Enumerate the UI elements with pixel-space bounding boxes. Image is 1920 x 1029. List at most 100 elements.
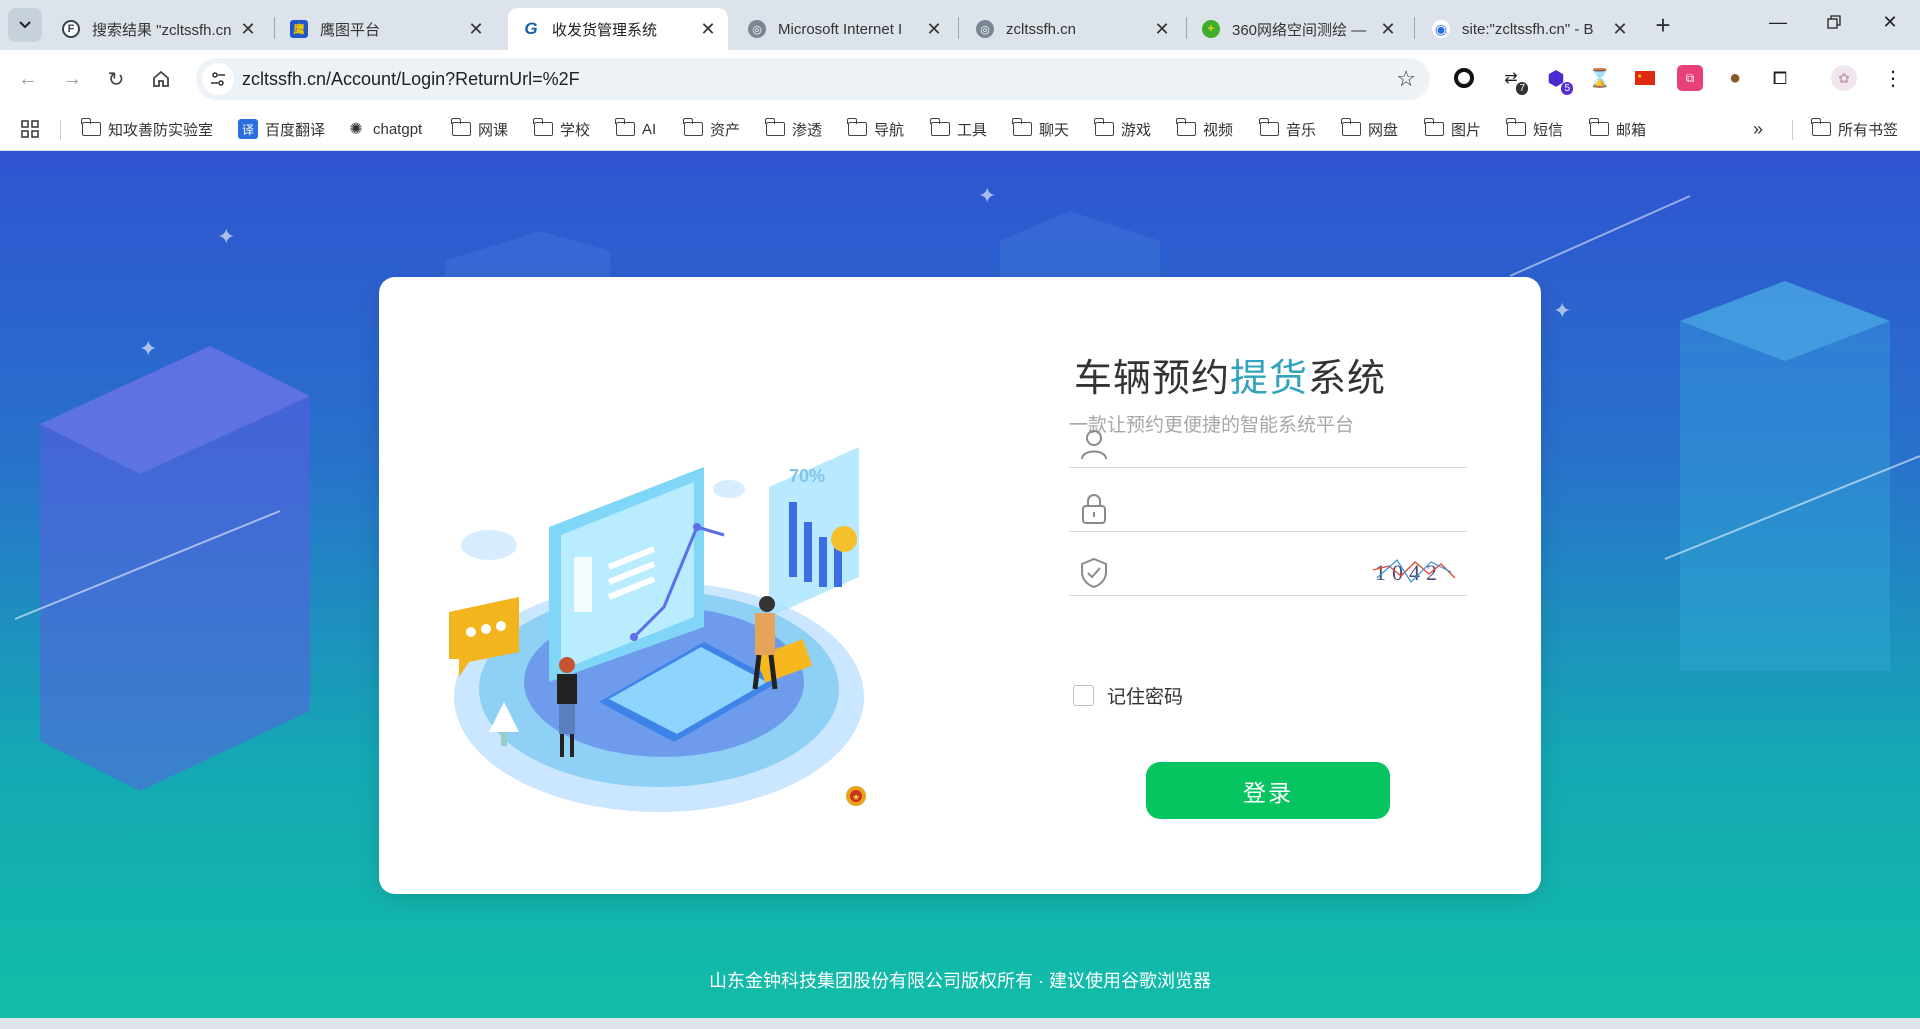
bookmark-star-icon[interactable]: ☆ bbox=[1396, 66, 1416, 92]
bookmark-label: 资产 bbox=[710, 121, 741, 139]
bookmark-folder[interactable]: 网课 bbox=[450, 116, 508, 142]
icp-record[interactable]: ★ 冀ICP备2021023587号-1 bbox=[0, 783, 1920, 809]
bookmark-folder[interactable]: 游戏 bbox=[1093, 116, 1151, 142]
username-input[interactable] bbox=[1121, 422, 1371, 458]
tab-fofa[interactable]: F 搜索结果 "zcltssfh.cn ✕ bbox=[48, 8, 268, 50]
bookmark-folder[interactable]: 聊天 bbox=[1011, 116, 1069, 142]
close-window-button[interactable]: ✕ bbox=[1862, 0, 1918, 44]
username-field bbox=[1069, 412, 1467, 468]
tab-zcltssfh[interactable]: ◎ zcltssfh.cn ✕ bbox=[962, 8, 1182, 50]
avatar-icon: ✿ bbox=[1838, 69, 1850, 86]
tab-360[interactable]: + 360网络空间测绘 — ✕ bbox=[1188, 8, 1408, 50]
dashboard-illustration: 70% bbox=[449, 447, 864, 812]
g-site-icon: G bbox=[522, 19, 540, 38]
extension-flag[interactable]: ★ bbox=[1632, 65, 1658, 91]
forward-button[interactable]: → bbox=[54, 61, 90, 97]
site-info-button[interactable] bbox=[202, 63, 234, 95]
tab-microsoft[interactable]: ◎ Microsoft Internet I ✕ bbox=[734, 8, 954, 50]
bookmark-folder[interactable]: 学校 bbox=[532, 116, 590, 142]
bookmark-folder[interactable]: 网盘 bbox=[1340, 116, 1399, 142]
profile-avatar[interactable]: ✿ bbox=[1831, 65, 1857, 91]
bookmark-folder[interactable]: 邮箱 bbox=[1588, 116, 1646, 142]
svg-text:★: ★ bbox=[1637, 73, 1642, 80]
bookmark-link[interactable]: ✺ chatgpt bbox=[346, 116, 422, 142]
icp-text[interactable]: 冀ICP备2021023587号-1 bbox=[875, 783, 1075, 809]
tab-title: Microsoft Internet I bbox=[778, 20, 903, 38]
apps-button[interactable] bbox=[20, 116, 40, 142]
new-tab-button[interactable]: + bbox=[1648, 10, 1678, 40]
bookmark-label: 图片 bbox=[1451, 121, 1482, 139]
svg-text:✦: ✦ bbox=[1553, 298, 1571, 323]
minimize-button[interactable]: — bbox=[1750, 0, 1806, 44]
bookmark-folder[interactable]: AI bbox=[614, 116, 656, 142]
more-bookmarks-button[interactable]: » bbox=[1753, 116, 1763, 142]
chevron-double-right-icon: » bbox=[1753, 118, 1764, 139]
bookmark-folder[interactable]: 工具 bbox=[929, 116, 987, 142]
extension-pink[interactable]: ⧉ bbox=[1677, 65, 1703, 91]
tab-active-login[interactable]: G 收发货管理系统 ✕ bbox=[508, 8, 728, 50]
bookmark-label: 所有书签 bbox=[1838, 121, 1899, 139]
url-text[interactable]: zcltssfh.cn/Account/Login?ReturnUrl=%2F bbox=[242, 69, 580, 90]
home-button[interactable] bbox=[143, 61, 179, 97]
extension-tabs[interactable]: ⇄ 7 bbox=[1498, 65, 1528, 95]
bookmark-folder[interactable]: 导航 bbox=[846, 116, 904, 142]
close-icon[interactable]: ✕ bbox=[1152, 19, 1172, 39]
extensions-menu-button[interactable]: ⧠ bbox=[1767, 65, 1793, 91]
restore-button[interactable] bbox=[1806, 0, 1862, 44]
chart-percent: 70% bbox=[789, 466, 825, 486]
circle-icon bbox=[1454, 68, 1474, 88]
close-icon[interactable]: ✕ bbox=[924, 19, 944, 39]
bookmark-label: chatgpt bbox=[373, 120, 423, 138]
all-bookmarks-button[interactable]: 所有书签 bbox=[1810, 116, 1899, 142]
bookmark-folder[interactable]: 视频 bbox=[1175, 116, 1233, 142]
bookmark-divider bbox=[1792, 120, 1793, 140]
bookmark-label: 网盘 bbox=[1368, 121, 1399, 139]
folder-icon bbox=[1011, 118, 1032, 137]
back-button[interactable]: ← bbox=[10, 61, 46, 97]
title-part: 车辆预约 bbox=[1074, 358, 1231, 400]
address-bar[interactable]: zcltssfh.cn/Account/Login?ReturnUrl=%2F … bbox=[196, 58, 1430, 100]
reload-button[interactable]: ↻ bbox=[98, 61, 134, 97]
extension-hourglass[interactable]: ⌛ bbox=[1587, 65, 1613, 91]
extension-purple[interactable]: ⬢ 5 bbox=[1543, 65, 1573, 95]
bookmark-folder[interactable]: 音乐 bbox=[1258, 116, 1316, 142]
bookmark-folder[interactable]: 图片 bbox=[1423, 116, 1482, 142]
folder-icon bbox=[614, 118, 635, 137]
password-input[interactable] bbox=[1121, 486, 1371, 522]
tab-hunter[interactable]: 鹰 鹰图平台 ✕ bbox=[276, 8, 496, 50]
extension-circle[interactable] bbox=[1451, 65, 1477, 91]
captcha-input[interactable] bbox=[1121, 550, 1371, 586]
folder-icon bbox=[682, 118, 703, 137]
close-icon[interactable]: ✕ bbox=[238, 19, 258, 39]
tab-bing-site[interactable]: ◉ site:"zcltssfh.cn" - B ✕ bbox=[1418, 8, 1640, 50]
bookmark-folder[interactable]: 渗透 bbox=[764, 116, 822, 142]
login-page: ✦ ✦ ✦ ✦ 70% 车辆预约提货系统 一款让预约更便捷的智能系统平台 104… bbox=[0, 151, 1920, 1018]
close-icon[interactable]: ✕ bbox=[1378, 19, 1398, 39]
remember-password[interactable]: 记住密码 bbox=[1073, 682, 1183, 709]
folder-icon bbox=[1340, 118, 1361, 137]
captcha-image[interactable]: 1042 bbox=[1371, 548, 1459, 592]
bookmark-folder[interactable]: 知攻善防实验室 bbox=[80, 116, 213, 142]
close-icon[interactable]: ✕ bbox=[698, 19, 718, 39]
tab-divider bbox=[1186, 17, 1187, 39]
bookmark-link[interactable]: 译百度翻译 bbox=[238, 116, 325, 142]
remember-checkbox[interactable] bbox=[1073, 685, 1094, 706]
extension-cookie[interactable]: ● bbox=[1722, 65, 1748, 91]
bookmark-folder[interactable]: 资产 bbox=[682, 116, 741, 142]
title-part: 系统 bbox=[1308, 358, 1387, 400]
close-icon: ✕ bbox=[1882, 11, 1898, 32]
arrow-left-icon: ← bbox=[18, 67, 38, 90]
tab-search-button[interactable] bbox=[8, 8, 42, 42]
close-icon[interactable]: ✕ bbox=[1610, 19, 1630, 39]
captcha-field: 1042 bbox=[1069, 540, 1467, 596]
eye-icon: ◉ bbox=[1432, 20, 1450, 38]
svg-text:✦: ✦ bbox=[217, 224, 235, 249]
folder-icon bbox=[1588, 118, 1609, 137]
police-emblem-icon: ★ bbox=[845, 786, 866, 806]
360-icon: + bbox=[1202, 20, 1220, 38]
folder-icon bbox=[80, 118, 101, 137]
browser-menu-button[interactable]: ⋮ bbox=[1880, 65, 1906, 91]
bookmark-folder[interactable]: 短信 bbox=[1505, 116, 1563, 142]
close-icon[interactable]: ✕ bbox=[466, 19, 486, 39]
folder-icon bbox=[1423, 118, 1444, 137]
